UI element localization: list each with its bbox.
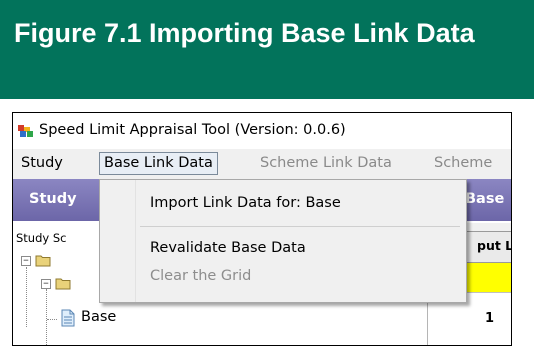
menu-item-import-link-data[interactable]: Import Link Data for: Base	[150, 195, 341, 211]
folder-icon[interactable]	[55, 277, 71, 290]
app-icon	[18, 125, 33, 137]
menu-base-link-data[interactable]: Base Link Data	[99, 152, 218, 175]
study-toolbar-button[interactable]: Study	[13, 179, 101, 221]
folder-icon[interactable]	[35, 254, 51, 267]
tree-connector	[47, 319, 57, 320]
menu-icon-gutter	[100, 180, 136, 302]
grid-column-header-label: put L	[477, 238, 512, 253]
collapse-toggle-icon[interactable]: −	[41, 279, 51, 289]
base-link-data-dropdown: Import Link Data for: Base Revalidate Ba…	[99, 179, 467, 303]
menu-item-revalidate-base-data[interactable]: Revalidate Base Data	[150, 240, 306, 256]
tree-connector	[46, 289, 47, 345]
window-title: Speed Limit Appraisal Tool (Version: 0.0…	[39, 122, 346, 138]
tree-item-base[interactable]: Base	[81, 309, 116, 325]
menu-item-clear-the-grid: Clear the Grid	[150, 268, 252, 284]
figure-header: Figure 7.1 Importing Base Link Data	[0, 0, 534, 99]
document-icon[interactable]	[60, 309, 76, 327]
menu-scheme-link-data[interactable]: Scheme Link Data	[260, 155, 392, 171]
study-toolbar-label: Study	[29, 191, 77, 207]
tree-panel-header: Study Sc	[16, 231, 67, 245]
base-toolbar-label: Base	[465, 191, 505, 207]
title-bar: Speed Limit Appraisal Tool (Version: 0.0…	[13, 113, 511, 149]
app-window: Speed Limit Appraisal Tool (Version: 0.0…	[12, 112, 512, 346]
collapse-toggle-icon[interactable]: −	[21, 256, 31, 266]
menu-study[interactable]: Study	[21, 155, 63, 171]
base-toolbar-button[interactable]: Base	[461, 179, 511, 221]
figure-title: Figure 7.1 Importing Base Link Data	[14, 18, 475, 48]
menu-separator	[140, 226, 460, 227]
menu-bar: Study Base Link Data Scheme Link Data Sc…	[13, 149, 511, 179]
menu-scheme[interactable]: Scheme	[434, 155, 492, 171]
tree-connector	[26, 267, 27, 327]
grid-row-number: 1	[485, 311, 495, 326]
